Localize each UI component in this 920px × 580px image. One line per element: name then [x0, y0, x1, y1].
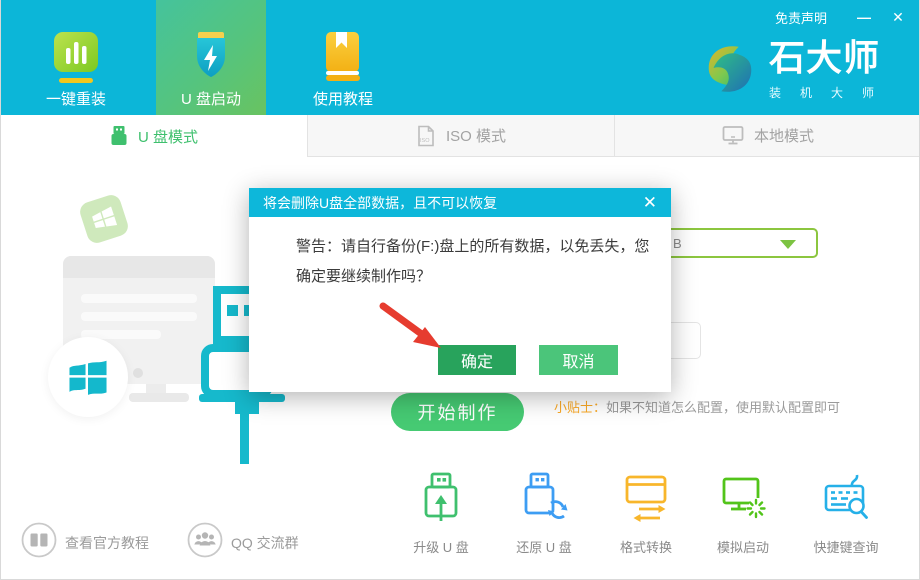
usb-restore-icon — [520, 472, 568, 529]
tip-label: 小贴士： — [554, 400, 606, 415]
minimize-button[interactable]: — — [853, 9, 875, 25]
tool-simulate-boot[interactable]: 模拟启动 — [683, 472, 803, 556]
tool-upgrade-usb[interactable]: 升级 U 盘 — [381, 472, 501, 556]
windows-flag-icon — [67, 356, 109, 398]
windows-logo-badge — [48, 337, 128, 417]
cancel-button[interactable]: 取消 — [539, 345, 618, 375]
usb-upgrade-icon — [417, 472, 465, 529]
usb-illustration-pin — [227, 305, 238, 316]
shield-lightning-icon — [186, 30, 236, 85]
tab-usb-mode[interactable]: U 盘模式 — [1, 115, 308, 157]
tool-label: 格式转换 — [620, 537, 672, 556]
header: 一键重装 U 盘启动 — [1, 0, 920, 115]
nav-label: 一键重装 — [46, 88, 106, 109]
monitor-base — [129, 393, 189, 402]
usb-icon — [110, 125, 128, 147]
hotkey-search-icon — [822, 472, 870, 529]
simulate-boot-icon — [719, 472, 767, 529]
brand-name: 石大师 — [769, 38, 893, 78]
tool-label: 模拟启动 — [717, 537, 769, 556]
tool-label: 升级 U 盘 — [413, 537, 469, 556]
delete-warning-dialog: 将会删除U盘全部数据，且不可以恢复 ✕ 警告：请自行备份(F:)盘上的所有数据，… — [249, 188, 671, 392]
tip-text: 小贴士：如果不知道怎么配置，使用默认配置即可 — [554, 397, 840, 416]
mode-tabbar: U 盘模式 ISO ISO 模式 本地模式 — [1, 115, 920, 157]
format-convert-icon — [622, 472, 670, 529]
windows-tile-decoration — [78, 193, 131, 246]
app-window: 一键重装 U 盘启动 — [0, 0, 920, 580]
official-tutorial-link[interactable]: 查看官方教程 — [21, 522, 149, 563]
qq-group-icon — [187, 522, 223, 563]
tab-label: U 盘模式 — [138, 126, 198, 147]
dialog-header: 将会删除U盘全部数据，且不可以恢复 ✕ — [249, 188, 671, 217]
nav-item-tutorial[interactable]: 使用教程 — [288, 0, 398, 115]
tutorial-book-icon — [21, 522, 57, 563]
book-icon — [318, 30, 368, 85]
tab-iso-mode[interactable]: ISO ISO 模式 — [308, 115, 614, 157]
svg-text:ISO: ISO — [420, 138, 430, 144]
link-label: 查看官方教程 — [65, 533, 149, 553]
usb-illustration-connector — [235, 400, 259, 414]
nav-label: U 盘启动 — [181, 88, 241, 109]
close-button[interactable]: ✕ — [887, 9, 909, 26]
tip-body: 如果不知道怎么配置，使用默认配置即可 — [606, 400, 840, 415]
nav-label: 使用教程 — [313, 88, 373, 109]
tab-label: 本地模式 — [754, 125, 814, 146]
start-create-button[interactable]: 开始制作 — [391, 393, 524, 431]
disclaimer-link[interactable]: 免责声明 — [775, 8, 827, 27]
link-label: QQ 交流群 — [231, 533, 299, 553]
chevron-down-icon — [780, 240, 796, 249]
tool-label: 还原 U 盘 — [516, 537, 572, 556]
confirm-button[interactable]: 确定 — [438, 345, 516, 375]
dialog-close-icon[interactable]: ✕ — [639, 188, 661, 217]
tab-local-mode[interactable]: 本地模式 — [614, 115, 920, 157]
brand-logo-icon — [701, 38, 759, 105]
tool-hotkey-search[interactable]: 快捷键查询 — [786, 472, 906, 556]
nav-item-usb-boot[interactable]: U 盘启动 — [156, 0, 266, 115]
dialog-title: 将会删除U盘全部数据，且不可以恢复 — [263, 193, 497, 213]
brand-logo: 石大师 装机大师 — [701, 38, 893, 105]
tab-label: ISO 模式 — [446, 125, 506, 146]
tool-label: 快捷键查询 — [813, 537, 878, 556]
chart-bars-icon — [50, 30, 102, 85]
usb-drive-dropdown-value: B — [673, 236, 682, 251]
dialog-message: 警告：请自行备份(F:)盘上的所有数据，以免丢失，您确定要继续制作吗？ — [296, 232, 650, 292]
iso-file-icon: ISO — [416, 125, 436, 147]
nav-item-one-click-reinstall[interactable]: 一键重装 — [21, 0, 131, 115]
monitor-icon — [722, 125, 744, 146]
qq-group-link[interactable]: QQ 交流群 — [187, 522, 299, 563]
brand-subtitle: 装机大师 — [769, 84, 893, 101]
titlebar: 免责声明 — ✕ — [775, 0, 920, 34]
usb-illustration-cable — [240, 414, 249, 464]
